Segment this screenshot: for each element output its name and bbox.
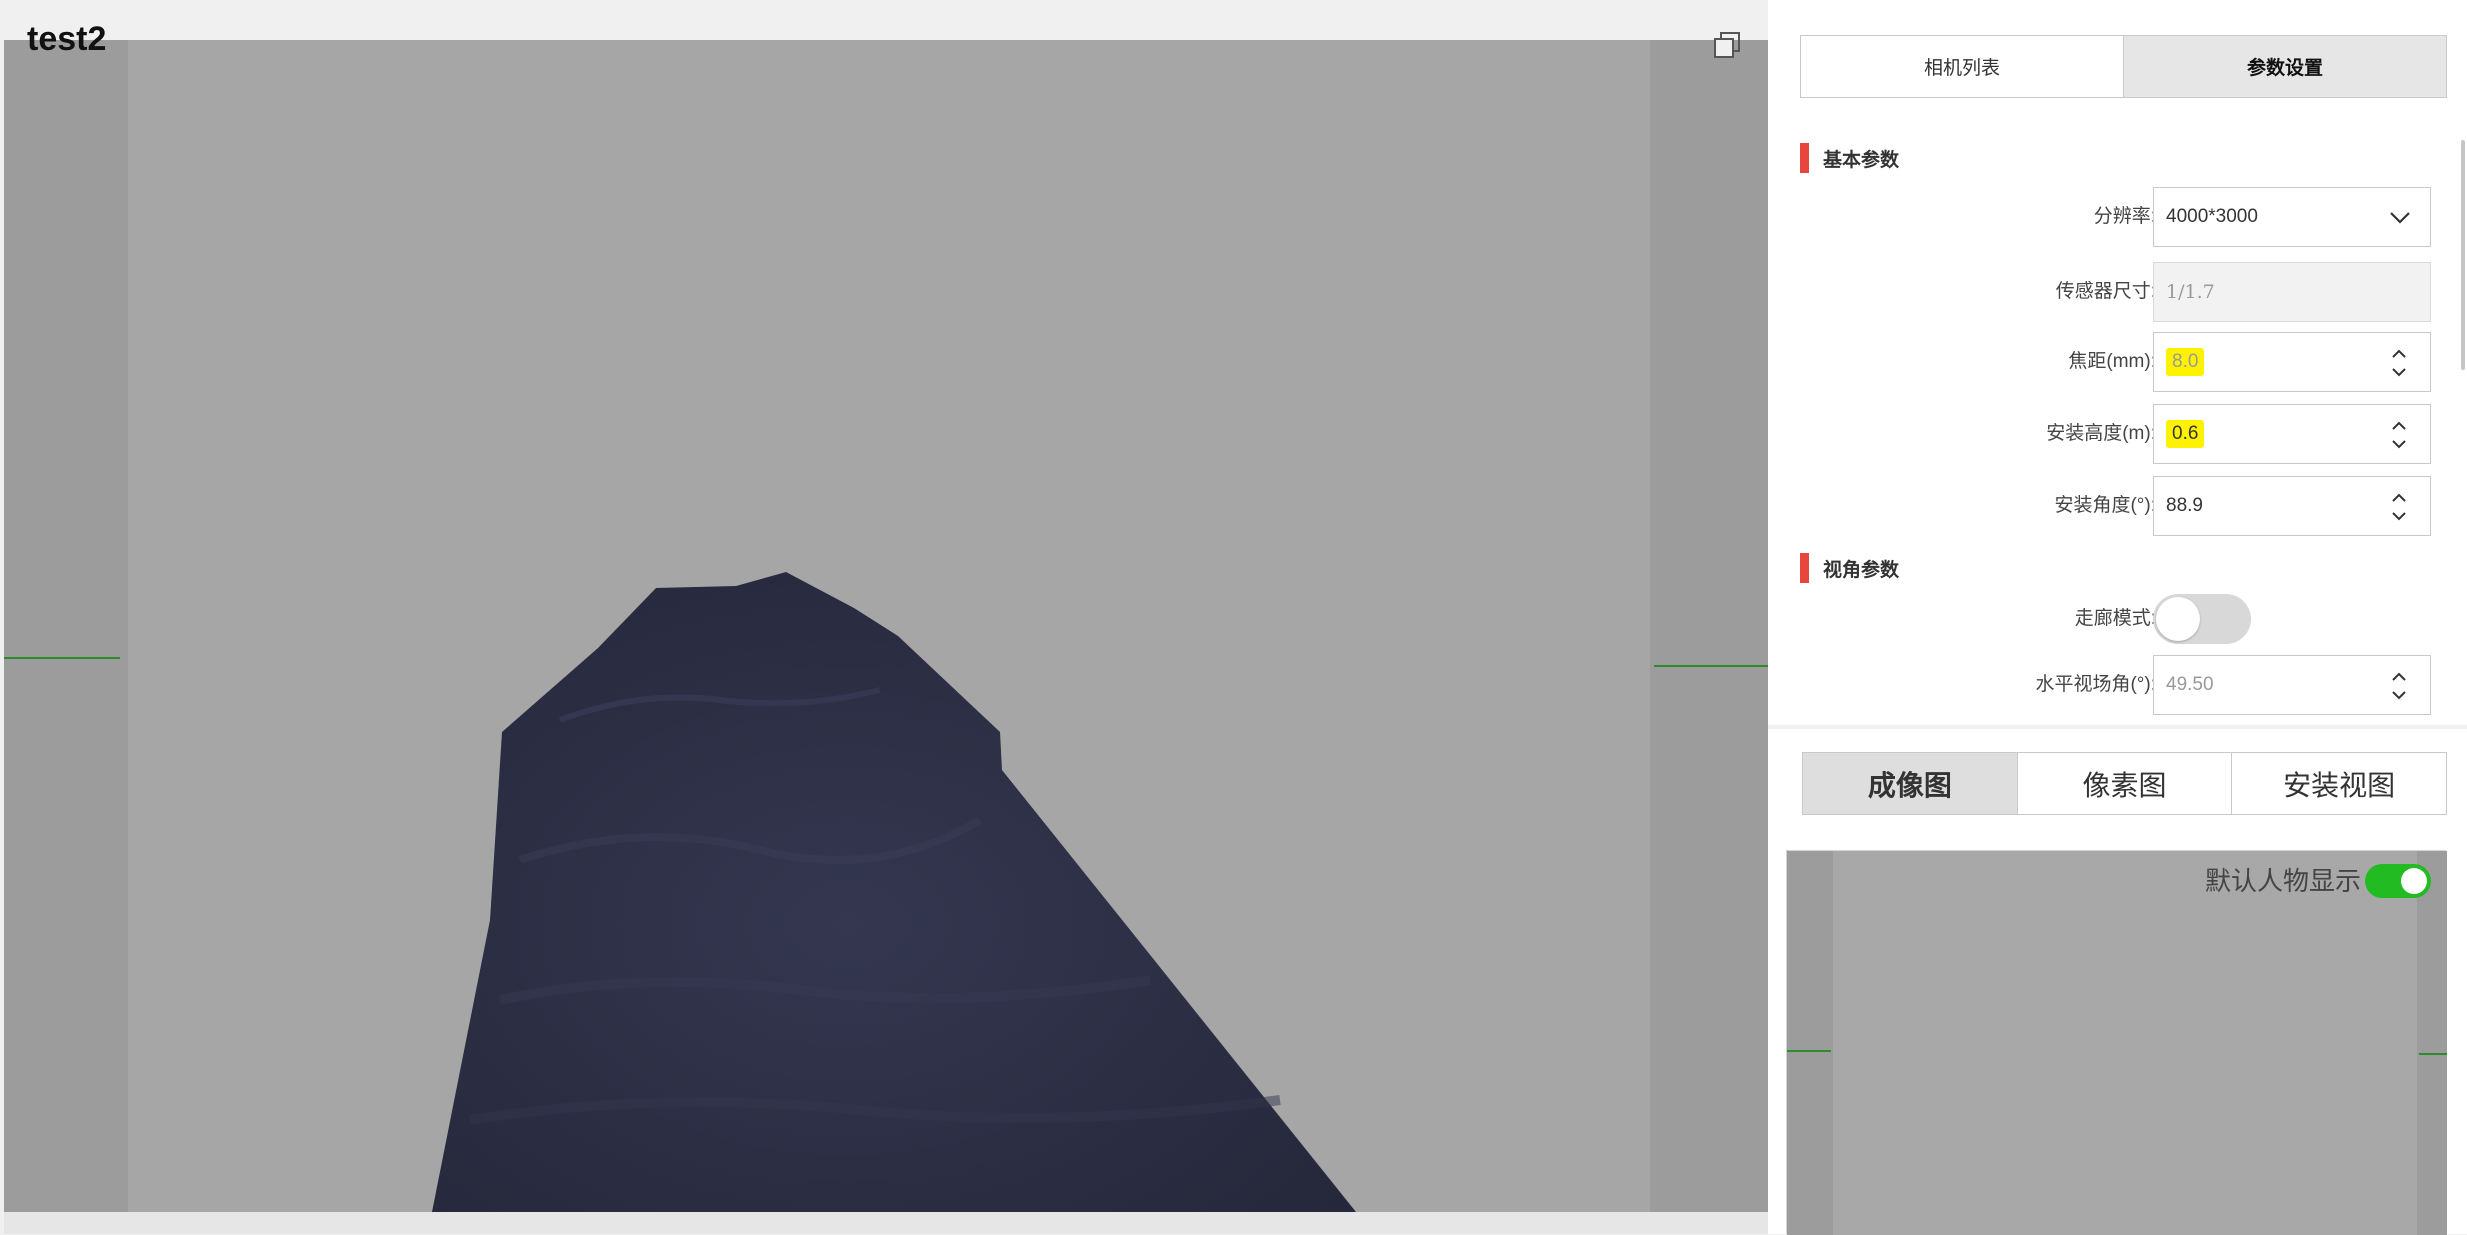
spinner-arrows-icon[interactable] xyxy=(2390,668,2408,704)
row-corridor-mode: 走廊模式: xyxy=(1768,594,2467,644)
row-sensor-size: 传感器尺寸: 1/1.7 xyxy=(1768,262,2467,322)
mount-height-label: 安装高度(m): xyxy=(2046,423,2156,444)
hfov-value: 49.50 xyxy=(2166,674,2214,695)
imaging-preview[interactable]: 默认人物显示 xyxy=(1786,850,2447,1235)
mount-angle-label: 安装角度(°): xyxy=(2054,495,2156,516)
mount-angle-value: 88.9 xyxy=(2166,495,2203,516)
spinner-arrows-icon[interactable] xyxy=(2390,345,2408,381)
focal-length-label: 焦距(mm): xyxy=(2068,351,2156,372)
scene-canvas[interactable] xyxy=(0,0,1768,1234)
section-view-params: 视角参数 xyxy=(1800,553,1899,583)
room-left-wall xyxy=(4,40,128,1212)
sensor-size-label: 传感器尺寸: xyxy=(2055,281,2156,302)
toggle-knob xyxy=(2401,868,2427,894)
section-title: 基本参数 xyxy=(1823,149,1900,171)
section-basic-params: 基本参数 xyxy=(1800,143,1899,173)
mount-angle-input[interactable]: 88.9 xyxy=(2153,476,2431,536)
hfov-label: 水平视场角(°): xyxy=(2035,674,2156,695)
panel-divider xyxy=(1768,725,2467,729)
row-focal-length: 焦距(mm): 8.0 xyxy=(1768,332,2467,392)
tab-imaging-view[interactable]: 成像图 xyxy=(1803,753,2017,814)
hfov-input[interactable]: 49.50 xyxy=(2153,655,2431,715)
section-marker xyxy=(1800,553,1809,583)
view-tabs: 成像图 像素图 安装视图 xyxy=(1802,752,2447,815)
sensor-size-value: 1/1.7 xyxy=(2166,281,2215,303)
corridor-mode-toggle[interactable] xyxy=(2153,594,2251,644)
page-title: test2 xyxy=(27,20,107,58)
section-title: 视角参数 xyxy=(1823,559,1900,581)
sensor-size-field: 1/1.7 xyxy=(2153,262,2431,322)
spinner-arrows-icon[interactable] xyxy=(2390,417,2408,453)
viewport-scrollbar[interactable] xyxy=(4,1212,1768,1234)
preview-back-wall xyxy=(1787,851,2447,1235)
row-resolution: 分辨率: 4000*3000 xyxy=(1768,187,2467,247)
room-right-wall xyxy=(1650,40,1768,1212)
resolution-label: 分辨率: xyxy=(2093,206,2156,227)
mount-height-input[interactable]: 0.6 xyxy=(2153,404,2431,464)
tab-parameter-settings[interactable]: 参数设置 xyxy=(2123,36,2446,97)
resolution-value: 4000*3000 xyxy=(2166,206,2258,227)
preview-canvas xyxy=(1787,851,2447,1235)
resolution-select[interactable]: 4000*3000 xyxy=(2153,187,2431,247)
settings-panel: 相机列表 参数设置 基本参数 分辨率: 4000*3000 传感器尺寸: 1/1… xyxy=(1768,0,2467,1235)
preview-left-wall xyxy=(1787,851,1833,1235)
section-marker xyxy=(1800,143,1809,173)
copy-icon[interactable] xyxy=(1712,30,1742,60)
corridor-mode-label: 走廊模式: xyxy=(2074,608,2156,629)
tab-pixel-view[interactable]: 像素图 xyxy=(2016,753,2232,814)
row-mount-height: 安装高度(m): 0.6 xyxy=(1768,404,2467,464)
tab-camera-list[interactable]: 相机列表 xyxy=(1801,36,2123,97)
default-person-toggle[interactable] xyxy=(2365,864,2431,898)
focal-length-input[interactable]: 8.0 xyxy=(2153,332,2431,392)
row-hfov: 水平视场角(°): 49.50 xyxy=(1768,655,2467,715)
preview-right-wall xyxy=(2417,851,2447,1235)
focal-length-value: 8.0 xyxy=(2166,348,2205,376)
3d-viewport[interactable]: test2 xyxy=(0,0,1768,1234)
row-mount-angle: 安装角度(°): 88.9 xyxy=(1768,476,2467,536)
panel-tabs: 相机列表 参数设置 xyxy=(1800,35,2447,98)
spinner-arrows-icon[interactable] xyxy=(2390,489,2408,525)
chevron-down-icon xyxy=(2390,212,2410,224)
toggle-knob xyxy=(2156,597,2200,641)
mount-height-value: 0.6 xyxy=(2166,420,2205,448)
tab-install-view[interactable]: 安装视图 xyxy=(2231,753,2446,814)
default-person-label: 默认人物显示 xyxy=(2204,866,2361,896)
